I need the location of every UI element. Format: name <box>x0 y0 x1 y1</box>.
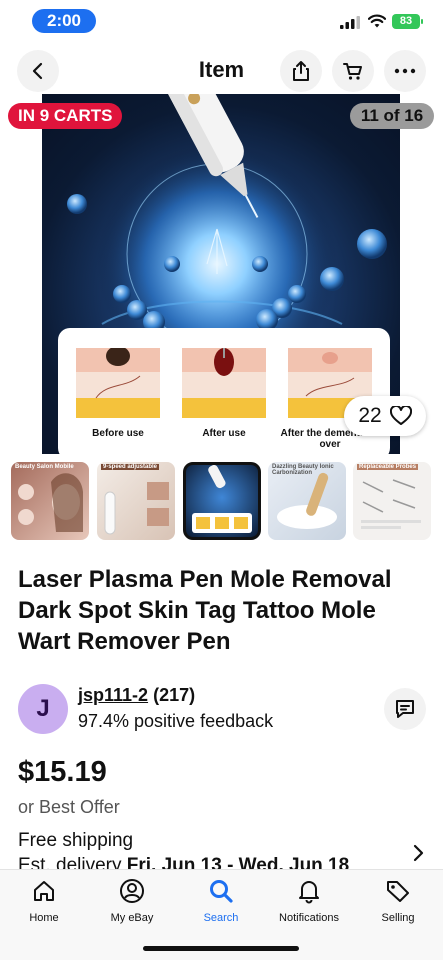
top-app-bar: Item <box>0 48 443 94</box>
thumbnail-3-selected[interactable] <box>183 462 261 540</box>
nav-selling[interactable]: Selling <box>354 878 442 928</box>
item-price: $15.19 <box>18 756 107 788</box>
status-bar: 2:00 83 <box>0 0 443 42</box>
thumbnail-2[interactable]: 9-speed adjustable <box>97 462 175 540</box>
seller-info[interactable]: J jsp111-2 (217) 97.4% positive feedback <box>18 682 443 738</box>
best-offer-text: or Best Offer <box>18 797 120 817</box>
nav-my-ebay[interactable]: My eBay <box>88 878 176 928</box>
share-icon <box>293 61 309 81</box>
nav-notifications-label: Notifications <box>279 912 339 924</box>
thumbnail-5[interactable]: Replaceable Probes <box>353 462 431 540</box>
message-seller-button[interactable] <box>384 688 426 730</box>
chevron-left-icon <box>32 62 43 80</box>
seller-avatar[interactable]: J <box>18 684 68 734</box>
watch-button[interactable]: 22 <box>344 396 426 436</box>
thumbnail-strip[interactable]: Beauty Salon Mobile 9-speed adjustable D… <box>0 462 443 540</box>
page-title: Item <box>198 57 245 82</box>
cellular-signal-icon <box>340 16 360 29</box>
nav-search-label: Search <box>203 912 239 924</box>
caption-before-use: Before use <box>92 428 144 439</box>
user-icon <box>120 879 144 903</box>
share-button[interactable] <box>280 50 322 92</box>
wifi-icon <box>368 14 386 28</box>
search-icon <box>210 880 233 903</box>
more-options-button[interactable] <box>384 50 426 92</box>
chevron-right-icon[interactable] <box>410 843 426 863</box>
seller-rating-count: (217) <box>153 685 196 705</box>
skin-after-use-illustration <box>182 348 266 418</box>
in-carts-badge: IN 9 CARTS <box>8 103 123 129</box>
bottom-navigation: Home My eBay Search Notifications Sellin… <box>0 869 443 960</box>
skin-before-illustration <box>76 348 160 418</box>
thumbnail-1[interactable]: Beauty Salon Mobile <box>11 462 89 540</box>
message-icon <box>396 700 414 718</box>
product-title: Laser Plasma Pen Mole Removal Dark Spot … <box>18 566 392 655</box>
before-after-panel: Before use After use After the dementia … <box>58 328 390 454</box>
thumbnail-4[interactable]: Dazzling Beauty Ionic Carbonization <box>268 462 346 540</box>
image-counter-badge: 11 of 16 <box>350 103 434 129</box>
home-indicator <box>143 946 299 951</box>
seller-feedback: 97.4% positive feedback <box>78 711 274 731</box>
nav-search[interactable]: Search <box>177 878 265 928</box>
cart-button[interactable] <box>332 50 374 92</box>
nav-selling-label: Selling <box>381 912 415 924</box>
nav-notifications[interactable]: Notifications <box>265 878 353 928</box>
back-button[interactable] <box>17 50 59 92</box>
bell-icon <box>299 881 319 904</box>
heart-icon <box>389 406 412 425</box>
seller-name-row[interactable]: jsp111-2 (217) <box>78 685 195 706</box>
status-time: 2:00 <box>32 9 96 33</box>
shopping-cart-icon <box>343 63 362 80</box>
tag-icon <box>387 881 409 902</box>
more-dots-icon <box>394 68 416 74</box>
caption-after-use: After use <box>202 428 246 439</box>
product-main-image[interactable]: Before use After use After the dementia … <box>42 94 400 454</box>
watch-count: 22 <box>358 404 382 427</box>
nav-home[interactable]: Home <box>0 878 88 928</box>
seller-username[interactable]: jsp111-2 <box>78 685 148 705</box>
nav-my-ebay-label: My eBay <box>110 912 154 924</box>
nav-home-label: Home <box>29 912 59 924</box>
home-icon <box>34 881 54 901</box>
battery-indicator: 83 <box>392 14 423 29</box>
shipping-label: Free shipping <box>18 830 134 851</box>
